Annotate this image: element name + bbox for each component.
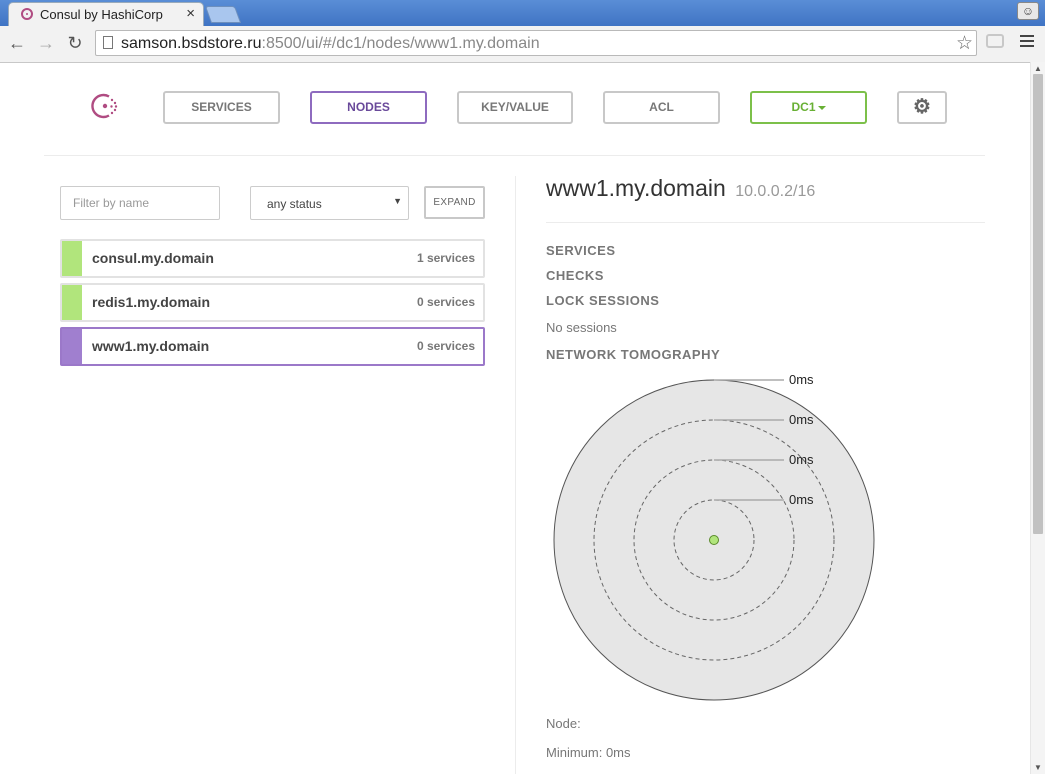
node-row-www1[interactable]: www1.my.domain 0 services: [60, 327, 485, 366]
browser-tabstrip: Consul by HashiCorp × ☺: [0, 0, 1045, 26]
scroll-down-arrow-icon[interactable]: ▼: [1034, 763, 1042, 772]
node-detail-address: 10.0.0.2/16: [735, 183, 816, 200]
scroll-up-arrow-icon[interactable]: ▲: [1034, 64, 1042, 73]
scroll-thumb[interactable]: [1033, 74, 1043, 534]
datacenter-label: DC1: [791, 100, 816, 114]
no-sessions-text: No sessions: [546, 320, 617, 335]
nav-key-value-button[interactable]: KEY/VALUE: [457, 91, 573, 124]
browser-menu-icon[interactable]: [1020, 35, 1034, 50]
column-divider: [515, 176, 516, 774]
nav-acl-button[interactable]: ACL: [603, 91, 720, 124]
forward-button[interactable]: →: [35, 32, 57, 54]
ring-label: 0ms: [789, 412, 814, 427]
node-status-bar: [62, 241, 82, 276]
node-service-count: 0 services: [416, 295, 475, 309]
nav-services-button[interactable]: SERVICES: [163, 91, 280, 124]
back-button[interactable]: ←: [6, 32, 28, 54]
nav-nodes-button[interactable]: NODES: [310, 91, 427, 124]
close-tab-icon[interactable]: ×: [186, 5, 195, 22]
node-row-consul[interactable]: consul.my.domain 1 services: [60, 239, 485, 278]
tab-title: Consul by HashiCorp: [40, 7, 163, 22]
datacenter-dropdown[interactable]: DC1: [750, 91, 867, 124]
node-service-count: 1 services: [416, 251, 475, 265]
node-detail-title: www1.my.domain 10.0.0.2/16: [546, 175, 815, 202]
node-name: redis1.my.domain: [92, 294, 211, 310]
caret-down-icon: [817, 105, 826, 110]
settings-button[interactable]: ⚙: [897, 91, 947, 124]
ring-label: 0ms: [789, 452, 814, 467]
network-tomography-chart: 0ms 0ms 0ms 0ms: [553, 372, 875, 701]
gear-icon: ⚙: [913, 96, 931, 118]
tomography-minimum: Minimum: 0ms: [546, 745, 631, 760]
node-row-redis1[interactable]: redis1.my.domain 0 services: [60, 283, 485, 322]
dropdown-arrow-icon: ▼: [393, 196, 402, 206]
node-detail-name: www1.my.domain: [546, 175, 726, 201]
node-name: www1.my.domain: [92, 338, 210, 354]
browser-toolbar: ← → ↻ samson.bsdstore.ru:8500/ui/#/dc1/n…: [0, 26, 1045, 63]
network-tomography-heading[interactable]: NETWORK TOMOGRAPHY: [546, 347, 720, 362]
ring-label: 0ms: [789, 372, 814, 387]
detail-divider: [546, 222, 985, 223]
node-point[interactable]: [709, 535, 719, 545]
status-filter-select[interactable]: any status ▼: [250, 186, 409, 220]
tomography-node-label: Node:: [546, 716, 581, 731]
extension-icon[interactable]: [986, 34, 1004, 48]
lock-sessions-section-heading[interactable]: LOCK SESSIONS: [546, 293, 659, 308]
address-bar[interactable]: samson.bsdstore.ru:8500/ui/#/dc1/nodes/w…: [95, 30, 977, 56]
node-status-bar: [62, 285, 82, 320]
checks-section-heading[interactable]: CHECKS: [546, 268, 604, 283]
node-status-bar: [62, 329, 82, 364]
page-scrollbar[interactable]: ▲ ▼: [1030, 62, 1045, 774]
filter-by-name-input[interactable]: [60, 186, 220, 220]
browser-tab[interactable]: Consul by HashiCorp ×: [8, 2, 204, 26]
consul-favicon-icon: [21, 8, 33, 20]
reload-button[interactable]: ↻: [64, 32, 86, 54]
services-section-heading[interactable]: SERVICES: [546, 243, 616, 258]
ring-label: 0ms: [789, 492, 814, 507]
header-divider: [44, 155, 985, 156]
consul-logo-icon[interactable]: [90, 91, 120, 121]
status-filter-value: any status: [267, 197, 322, 211]
node-service-count: 0 services: [416, 339, 475, 353]
bookmark-star-icon[interactable]: ☆: [956, 32, 973, 55]
page-icon: [103, 36, 113, 49]
profile-icon[interactable]: ☺: [1017, 2, 1039, 20]
url-text: samson.bsdstore.ru:8500/ui/#/dc1/nodes/w…: [121, 35, 540, 52]
new-tab-button[interactable]: [204, 6, 242, 23]
expand-button[interactable]: EXPAND: [424, 186, 485, 219]
node-name: consul.my.domain: [92, 250, 214, 266]
